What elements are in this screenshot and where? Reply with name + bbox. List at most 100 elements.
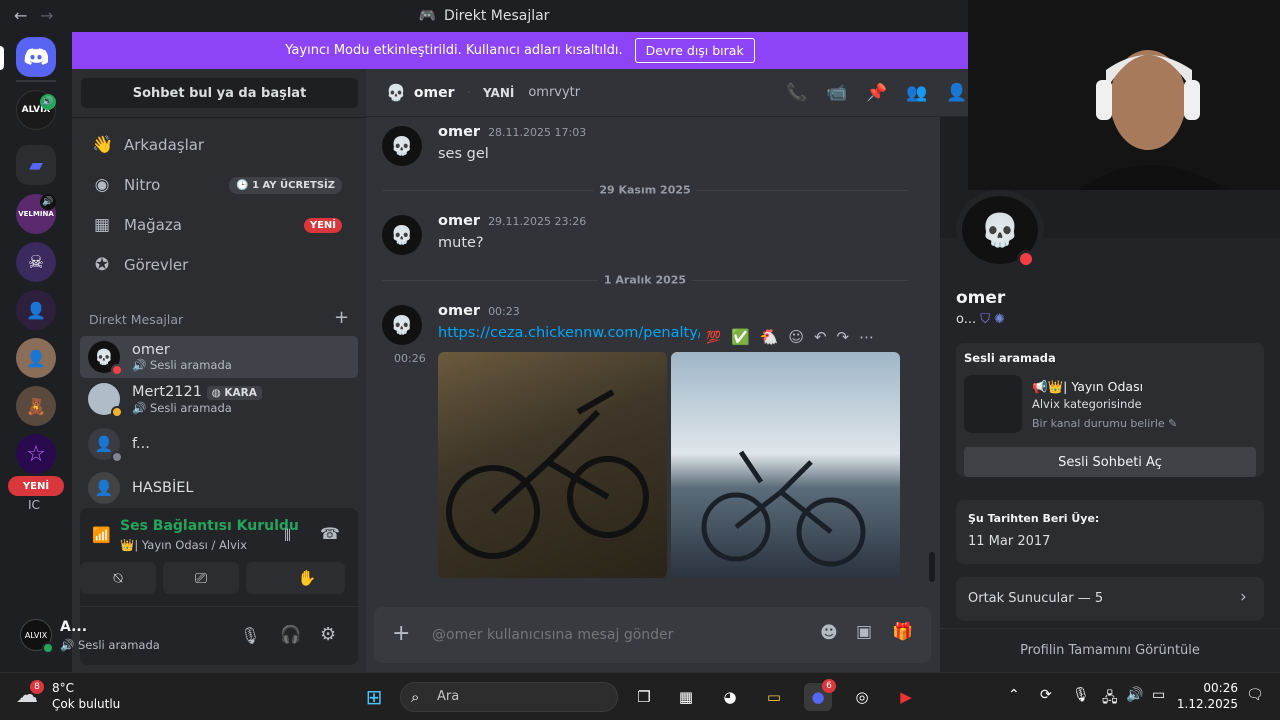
user-name[interactable]: A... [60, 619, 87, 635]
forward-arrow-icon[interactable]: → [40, 6, 53, 25]
dm-item-hasbiel[interactable]: 👤 HASBİEL [80, 467, 358, 509]
nav-friends[interactable]: 👋 Arkadaşlar [80, 125, 358, 165]
online-status-indicator [42, 642, 54, 654]
gift-icon[interactable]: 🎁 [892, 622, 913, 642]
chrome-icon[interactable]: ◕ [716, 683, 744, 711]
headphones-icon[interactable]: 🎧 [280, 625, 301, 645]
reaction-check-icon[interactable]: ✅ [731, 328, 750, 346]
avatar: 👤 [88, 428, 123, 463]
screen-share-button[interactable]: ⎚ [163, 562, 239, 594]
obs-icon[interactable]: ◎ [848, 683, 876, 711]
add-reaction-icon[interactable]: ☺ [788, 328, 804, 346]
avatar[interactable]: 💀 [382, 305, 422, 345]
user-profile-icon[interactable]: 👤 [946, 83, 967, 103]
image-attachment-bike-wall[interactable] [438, 352, 667, 578]
message: 💀 omer 29.11.2025 23:26 mute? [382, 213, 922, 257]
dm-section-header: Direkt Mesajlar [89, 312, 184, 327]
server-rail: ALVIX 🔊 ▰ VELMINA 🔊 ☠ 👤 👤 🧸 ☆ YENİ IC [0, 32, 72, 672]
message-link[interactable]: https://ceza.chickennw.com/penalty/b [438, 325, 708, 341]
voice-call-icon[interactable]: 📞 [786, 83, 807, 103]
microphone-icon[interactable]: 🎙 [240, 626, 260, 645]
message-composer: + ☻ ▣ 🎁 [374, 607, 931, 663]
voice-channel-label[interactable]: 👑| Yayın Odası / Alvix [120, 538, 247, 552]
message-text: ses gel [438, 146, 489, 162]
server-avatar-icon[interactable]: 🧸 [16, 386, 56, 426]
emoji-icon[interactable]: ☻ [820, 623, 838, 643]
battery-icon[interactable]: ▭ [1152, 687, 1165, 703]
folder-icon[interactable]: ▰ [16, 145, 56, 185]
server-avatar-icon[interactable]: 👤 [16, 290, 56, 330]
channel-status-hint[interactable]: Bir kanal durumu belirle ✎ [1032, 417, 1177, 430]
taskbar-search[interactable]: ⌕ Ara [400, 682, 618, 712]
more-options-icon[interactable]: ⋯ [859, 328, 874, 346]
weather-temp[interactable]: 8°C [52, 681, 74, 695]
find-conversation-button[interactable]: Sohbet bul ya da başlat [81, 78, 358, 108]
view-full-profile-button[interactable]: Profilin Tamamını Görüntüle [940, 628, 1280, 672]
avatar[interactable]: 💀 [382, 126, 422, 166]
chevron-up-icon[interactable]: ⌃ [1008, 687, 1020, 703]
voice-category: Alvix kategorisinde [1032, 397, 1142, 411]
server-avatar-icon[interactable]: 👤 [16, 338, 56, 378]
dm-item-mert2121[interactable]: Mert2121 ◍ KARA 🔊 Sesli aramada [80, 378, 358, 420]
camera-off-button[interactable]: ⍉ [80, 562, 156, 594]
server-star-icon[interactable]: ☆ [16, 434, 56, 474]
pin-icon[interactable]: 📌 [866, 83, 887, 103]
microsoft-store-icon[interactable]: ▦ [672, 683, 700, 711]
disable-streamer-mode-button[interactable]: Devre dışı bırak [634, 38, 755, 63]
back-arrow-icon[interactable]: ← [14, 6, 27, 25]
speaker-icon: 🔊 [40, 194, 56, 210]
speaker-icon: 🔊 [40, 94, 56, 110]
server-partial-label: IC [28, 498, 40, 512]
forward-icon[interactable]: ↷ [837, 328, 850, 346]
weather-desc[interactable]: Çok bulutlu [52, 697, 120, 711]
noise-suppression-icon[interactable]: ⦀ [284, 526, 291, 546]
title-bar: ← → 🎮 Direkt Mesajlar [0, 0, 968, 32]
reaction-emoji-icon[interactable]: 🐔 [760, 328, 779, 346]
chat-area: 💀 omer · YANİ omrvytr 📞 📹 📌 👥 👤 💀 omer 28… [366, 69, 968, 672]
disconnect-icon[interactable]: ☎ [320, 524, 340, 543]
clock-date[interactable]: 1.12.2025 [1172, 697, 1238, 711]
microphone-icon[interactable]: 🎙 [1072, 687, 1090, 703]
chat-user-name[interactable]: omer [414, 85, 455, 101]
nav-nitro[interactable]: ◉ Nitro 🕒 1 AY ÜCRETSİZ [80, 165, 358, 205]
notifications-icon[interactable]: 🗨 [1246, 687, 1264, 703]
chevron-right-icon: › [1240, 587, 1247, 607]
voice-channel-name: 📢👑| Yayın Odası [1032, 379, 1144, 394]
sync-icon[interactable]: ⟳ [1040, 687, 1052, 703]
voice-status[interactable]: Ses Bağlantısı Kuruldu [120, 518, 299, 534]
dm-item-omer[interactable]: 💀 omer 🔊 Sesli aramada [80, 336, 358, 378]
reply-icon[interactable]: ↶ [814, 328, 827, 346]
discord-home-icon[interactable] [16, 37, 56, 77]
gif-image-icon[interactable]: ▣ [856, 622, 872, 642]
file-explorer-icon[interactable]: ▭ [760, 683, 788, 711]
soundboard-button[interactable]: ✋ [269, 562, 345, 594]
video-call-icon[interactable]: 📹 [826, 83, 847, 103]
dm-item-f[interactable]: 👤 f... [80, 423, 358, 465]
banner-text: Yayıncı Modu etkinleştirildi. Kullanıcı … [285, 43, 623, 58]
add-attachment-icon[interactable]: + [392, 621, 410, 646]
shop-icon: ▦ [93, 215, 111, 235]
open-voice-chat-button[interactable]: Sesli Sohbeti Aç [964, 447, 1256, 477]
server-skull-icon[interactable]: ☠ [16, 242, 56, 282]
volume-icon[interactable]: 🔊 [1126, 687, 1143, 703]
avatar[interactable]: 💀 [382, 215, 422, 255]
discord-badge: 6 [822, 679, 836, 693]
settings-gear-icon[interactable]: ⚙ [320, 624, 336, 645]
mutual-servers-row[interactable]: Ortak Sunucular — 5 › [956, 577, 1264, 621]
network-icon[interactable]: 🖧 [1102, 687, 1118, 711]
profile-username: o... ⛉ ✺ [956, 312, 1006, 327]
reaction-100-icon[interactable]: 💯 [706, 330, 721, 344]
windows-start-icon[interactable]: ⊞ [360, 683, 388, 711]
task-view-icon[interactable]: ❐ [630, 683, 658, 711]
add-friends-icon[interactable]: 👥 [906, 83, 927, 103]
weather-badge: 8 [30, 680, 44, 694]
image-attachment-bike-sea[interactable] [671, 352, 900, 578]
scrollbar[interactable] [929, 552, 935, 582]
media-player-icon[interactable]: ▶ [892, 683, 920, 711]
nav-quests[interactable]: ✪ Görevler [80, 245, 358, 285]
clock-time[interactable]: 00:26 [1186, 681, 1238, 695]
message-input[interactable] [432, 621, 792, 649]
nav-shop[interactable]: ▦ Mağaza YENİ [80, 205, 358, 245]
active-indicator [0, 46, 4, 70]
create-dm-icon[interactable]: + [334, 307, 349, 328]
